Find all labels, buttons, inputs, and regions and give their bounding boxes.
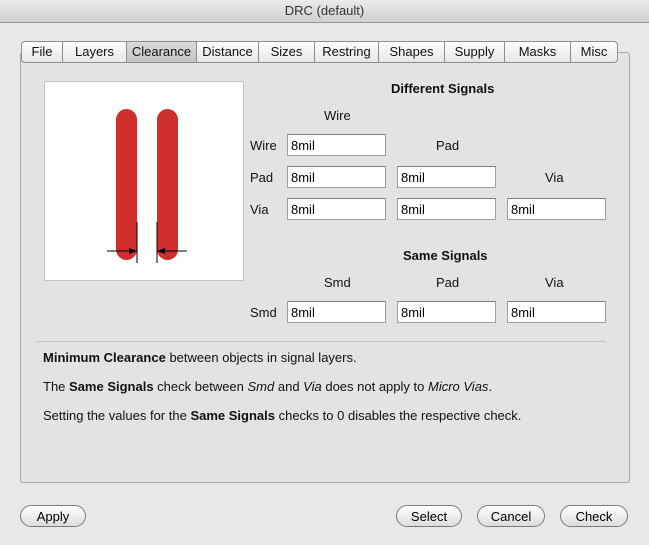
smd-via-clearance-input[interactable]	[507, 301, 606, 323]
tab-restring[interactable]: Restring	[315, 41, 379, 63]
info-text: does not apply to	[321, 379, 428, 394]
info-text: .	[488, 379, 493, 394]
different-signals-heading: Different Signals	[391, 81, 495, 96]
select-button[interactable]: Select	[396, 505, 462, 527]
same-signals-heading: Same Signals	[403, 248, 488, 263]
col-header-same-via: Via	[545, 275, 564, 290]
cancel-button[interactable]: Cancel	[477, 505, 545, 527]
info-separator	[36, 341, 606, 342]
info-text: check between	[153, 379, 248, 394]
smd-smd-clearance-input[interactable]	[287, 301, 386, 323]
col-header-smd: Smd	[324, 275, 351, 290]
tab-layers[interactable]: Layers	[63, 41, 127, 63]
info-text: checks to 0 disables the respective chec…	[274, 408, 522, 423]
pad-pad-clearance-input[interactable]	[397, 166, 496, 188]
info-line-disable-check: Setting the values for the Same Signals …	[43, 408, 521, 423]
info-bold-same-signals: Same Signals	[69, 379, 154, 394]
info-text: Setting the values for the	[43, 408, 191, 423]
row-label-via: Via	[250, 202, 269, 217]
info-italic-micro-vias: Micro Vias	[427, 379, 489, 394]
tab-supply[interactable]: Supply	[445, 41, 505, 63]
via-via-clearance-input[interactable]	[507, 198, 606, 220]
tab-shapes[interactable]: Shapes	[379, 41, 445, 63]
window-title: DRC (default)	[0, 0, 649, 23]
info-text: between objects in signal layers.	[165, 350, 357, 365]
wire-clearance-diagram	[107, 109, 187, 263]
tab-misc[interactable]: Misc	[571, 41, 618, 63]
info-bold-same-signals: Same Signals	[190, 408, 275, 423]
left-trace	[116, 109, 137, 260]
check-button[interactable]: Check	[560, 505, 628, 527]
info-line-minimum-clearance: Minimum Clearance between objects in sig…	[43, 350, 357, 365]
info-italic-via: Via	[303, 379, 322, 394]
smd-pad-clearance-input[interactable]	[397, 301, 496, 323]
col-header-same-pad: Pad	[436, 275, 460, 290]
via-pad-clearance-input[interactable]	[397, 198, 496, 220]
info-line-same-signals: The Same Signals check between Smd and V…	[43, 379, 492, 394]
via-wire-clearance-input[interactable]	[287, 198, 386, 220]
right-trace	[157, 109, 178, 260]
pad-wire-clearance-input[interactable]	[287, 166, 386, 188]
row-label-smd: Smd	[250, 305, 277, 320]
info-text: and	[274, 379, 304, 394]
wire-wire-clearance-input[interactable]	[287, 134, 386, 156]
tab-clearance[interactable]: Clearance	[127, 41, 197, 63]
col-header-wire: Wire	[324, 108, 351, 123]
clearance-illustration	[44, 81, 244, 281]
row-label-wire: Wire	[250, 138, 277, 153]
info-text: The	[43, 379, 70, 394]
row-label-pad: Pad	[250, 170, 274, 185]
col-header-pad: Pad	[436, 138, 460, 153]
tab-sizes[interactable]: Sizes	[259, 41, 315, 63]
tab-masks[interactable]: Masks	[505, 41, 571, 63]
tab-distance[interactable]: Distance	[197, 41, 259, 63]
tab-bar: File Layers Clearance Distance Sizes Res…	[21, 41, 627, 63]
col-header-via: Via	[545, 170, 564, 185]
apply-button[interactable]: Apply	[20, 505, 86, 527]
info-italic-smd: Smd	[247, 379, 275, 394]
info-bold-minimum-clearance: Minimum Clearance	[43, 350, 166, 365]
tab-file[interactable]: File	[21, 41, 63, 63]
